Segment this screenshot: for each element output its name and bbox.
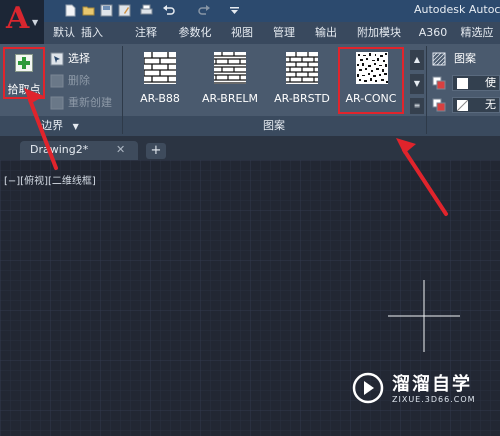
watermark-title: 溜溜自学 [392,374,472,395]
watermark-url: ZIXUE.3D66.COM [392,395,476,404]
watermark-logo-icon [352,372,384,404]
